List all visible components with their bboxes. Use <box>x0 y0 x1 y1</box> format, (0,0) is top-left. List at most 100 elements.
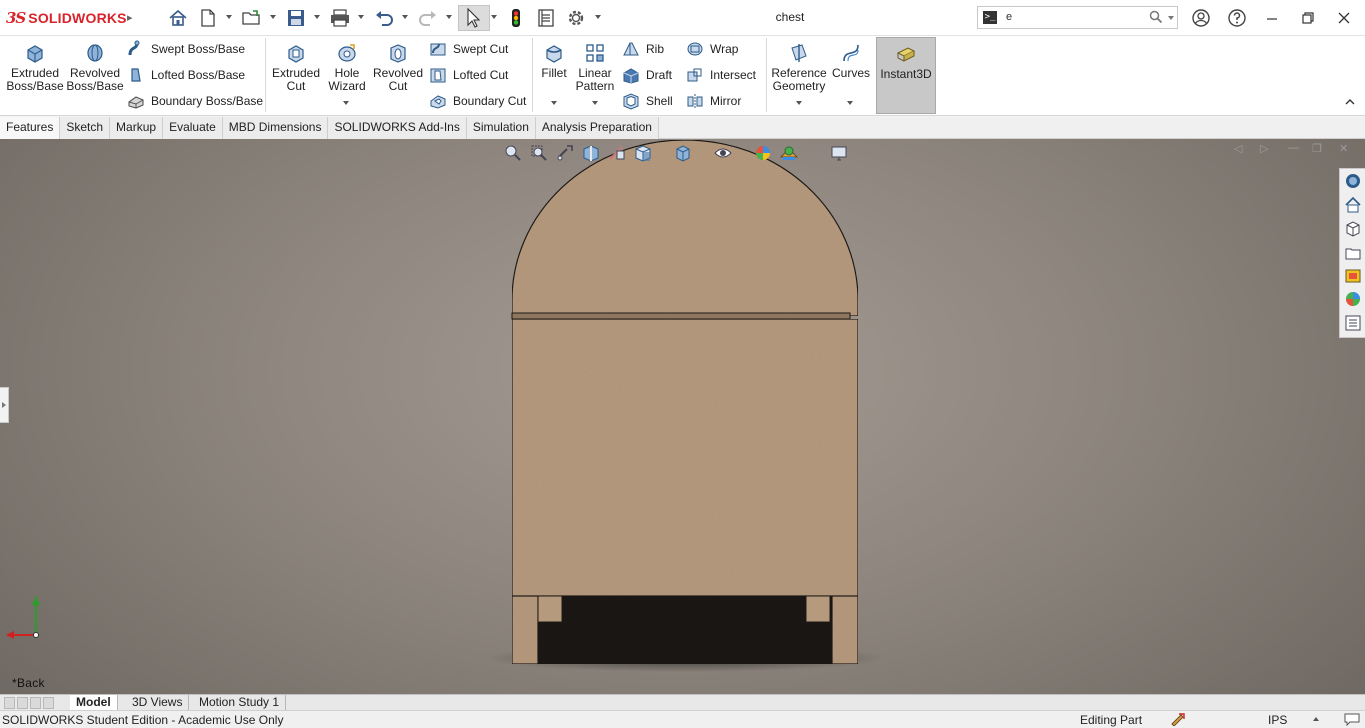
left-leg[interactable] <box>511 595 539 665</box>
linear-pattern-dropdown-icon[interactable] <box>591 99 599 107</box>
extruded-cut-button[interactable]: Extruded Cut <box>270 38 322 93</box>
left-support-block[interactable] <box>537 595 563 623</box>
new-document-icon[interactable] <box>198 7 218 29</box>
extruded-boss-button[interactable]: Extruded Boss/Base <box>6 38 64 93</box>
zoom-to-area-icon[interactable] <box>529 143 549 166</box>
tab-markup[interactable]: Markup <box>110 117 164 139</box>
first-tab-nav-icon[interactable] <box>4 697 15 709</box>
unit-system-text[interactable]: IPS <box>1268 713 1287 727</box>
user-account-icon[interactable] <box>1188 6 1214 30</box>
command-search[interactable]: >_ e <box>977 6 1178 29</box>
shell-button[interactable]: Shell <box>622 91 673 111</box>
fillet-button[interactable]: Fillet <box>536 38 572 80</box>
appearances-icon[interactable] <box>1344 267 1362 285</box>
help-icon[interactable] <box>1224 6 1250 30</box>
apply-scene-icon[interactable] <box>779 143 799 166</box>
zoom-to-fit-icon[interactable] <box>503 143 523 166</box>
hole-wizard-button[interactable]: Hole Wizard <box>324 38 370 93</box>
draft-button[interactable]: Draft <box>622 65 672 85</box>
viewport-close-icon[interactable]: ✕ <box>1339 142 1348 155</box>
save-icon[interactable] <box>285 7 307 29</box>
rebuild-traffic-light-icon[interactable] <box>506 7 526 29</box>
tab-features[interactable]: Features <box>0 117 61 139</box>
undo-dropdown-icon[interactable] <box>401 13 409 21</box>
prev-tab-nav-icon[interactable] <box>17 697 28 709</box>
search-icon[interactable] <box>1149 10 1163 27</box>
undo-icon[interactable] <box>373 7 395 29</box>
intersect-button[interactable]: Intersect <box>686 65 756 85</box>
new-dropdown-icon[interactable] <box>225 13 233 21</box>
solidworks-logo[interactable]: 3S SOLIDWORKS <box>6 8 127 28</box>
graphics-area[interactable]: ◁ ▷ — ❐ ✕ Y *Back <box>0 139 1365 694</box>
chest-lid[interactable] <box>511 139 859 317</box>
bottom-tab-model[interactable]: Model <box>70 695 118 711</box>
tab-mbd-dimensions[interactable]: MBD Dimensions <box>222 117 329 139</box>
right-support-block[interactable] <box>805 595 831 623</box>
view-orientation-icon[interactable] <box>633 143 653 166</box>
search-dropdown-icon[interactable] <box>1168 16 1174 20</box>
reference-geometry-button[interactable]: Reference Geometry <box>770 38 828 93</box>
tab-analysis-preparation[interactable]: Analysis Preparation <box>535 117 659 139</box>
bottom-tab-motion-study-1[interactable]: Motion Study 1 <box>193 695 287 711</box>
instant3d-button[interactable]: Instant3D <box>876 37 936 114</box>
tab-evaluate[interactable]: Evaluate <box>163 117 223 139</box>
linear-pattern-button[interactable]: Linear Pattern <box>574 38 616 93</box>
fillet-dropdown-icon[interactable] <box>550 99 558 107</box>
print-dropdown-icon[interactable] <box>357 13 365 21</box>
collapse-ribbon-icon[interactable] <box>1344 96 1356 108</box>
lofted-boss-button[interactable]: Lofted Boss/Base <box>127 65 245 85</box>
menu-expand-arrow-icon[interactable]: ▸ <box>127 10 137 26</box>
chest-body[interactable] <box>511 318 859 597</box>
tab-simulation[interactable]: Simulation <box>466 117 536 139</box>
close-window-icon[interactable] <box>1331 6 1357 30</box>
document-recovery-icon[interactable] <box>1344 314 1362 332</box>
restore-window-icon[interactable] <box>1295 6 1321 30</box>
design-library-icon[interactable] <box>1344 196 1362 214</box>
status-message-icon[interactable] <box>1343 712 1361 728</box>
dynamic-annotation-icon[interactable] <box>607 143 627 166</box>
display-style-icon[interactable] <box>673 143 693 166</box>
section-view-icon[interactable] <box>581 143 601 166</box>
next-tab-nav-icon[interactable] <box>30 697 41 709</box>
redo-dropdown-icon[interactable] <box>445 13 453 21</box>
home-icon[interactable] <box>167 7 189 29</box>
hide-show-items-icon[interactable] <box>713 143 733 166</box>
swept-cut-button[interactable]: Swept Cut <box>429 39 508 59</box>
rib-button[interactable]: Rib <box>622 39 664 59</box>
solidworks-resources-icon[interactable] <box>1344 172 1362 190</box>
select-dropdown-icon[interactable] <box>490 13 498 21</box>
lofted-cut-button[interactable]: Lofted Cut <box>429 65 508 85</box>
hole-wizard-dropdown-icon[interactable] <box>342 99 350 107</box>
viewport-previous-icon[interactable]: ◁ <box>1234 142 1242 155</box>
file-properties-icon[interactable] <box>535 7 557 29</box>
file-explorer-icon[interactable] <box>1344 220 1362 238</box>
curves-button[interactable]: Curves <box>830 38 872 80</box>
options-dropdown-icon[interactable] <box>594 13 602 21</box>
boundary-boss-button[interactable]: Boundary Boss/Base <box>127 91 263 111</box>
revolved-cut-button[interactable]: Revolved Cut <box>372 38 424 93</box>
unit-system-dropdown-icon[interactable] <box>1313 717 1319 721</box>
curves-dropdown-icon[interactable] <box>846 99 854 107</box>
open-dropdown-icon[interactable] <box>269 13 277 21</box>
right-leg[interactable] <box>831 595 859 665</box>
save-dropdown-icon[interactable] <box>313 13 321 21</box>
select-button[interactable] <box>458 5 490 31</box>
wrap-button[interactable]: Wrap <box>686 39 738 59</box>
viewport-next-icon[interactable]: ▷ <box>1260 142 1268 155</box>
revolved-boss-button[interactable]: Revolved Boss/Base <box>66 38 124 93</box>
edit-appearance-icon[interactable] <box>753 143 773 166</box>
print-icon[interactable] <box>329 7 351 29</box>
options-gear-icon[interactable] <box>565 7 587 29</box>
custom-properties-icon[interactable] <box>1344 290 1362 308</box>
search-input[interactable]: e <box>1006 11 1012 23</box>
tab-solidworks-add-ins[interactable]: SOLIDWORKS Add-Ins <box>328 117 467 139</box>
view-settings-icon[interactable] <box>829 143 849 166</box>
open-folder-icon[interactable] <box>241 7 263 29</box>
rebuild-status-icon[interactable] <box>1170 712 1186 728</box>
boundary-cut-button[interactable]: Boundary Cut <box>429 91 526 111</box>
reference-geometry-dropdown-icon[interactable] <box>795 99 803 107</box>
viewport-restore-icon[interactable]: ❐ <box>1312 142 1322 155</box>
last-tab-nav-icon[interactable] <box>43 697 54 709</box>
swept-boss-button[interactable]: Swept Boss/Base <box>127 39 245 59</box>
mirror-button[interactable]: Mirror <box>686 91 741 111</box>
